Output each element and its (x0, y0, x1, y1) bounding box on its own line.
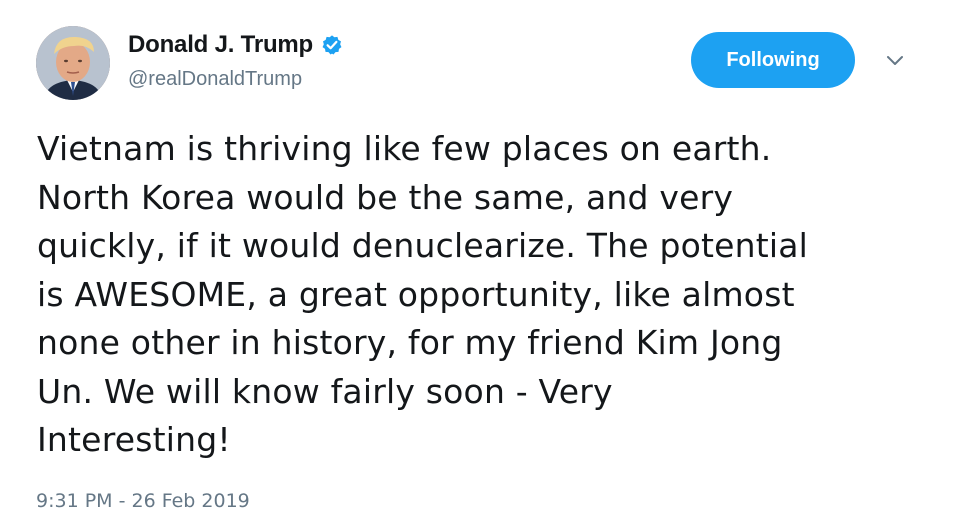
chevron-down-icon[interactable] (884, 52, 906, 70)
tweet-text: Vietnam is thriving like few places on e… (37, 125, 937, 465)
profile-avatar[interactable] (36, 26, 110, 100)
tweet-text-line: is AWESOME, a great opportunity, like al… (37, 274, 795, 314)
tweet-text-line: quickly, if it would denuclearize. The p… (37, 226, 809, 265)
tweet-text-line: Interesting! (37, 420, 231, 459)
display-name[interactable]: Donald J. Trump (128, 31, 313, 59)
tweet-text-line: none other in history, for my friend Kim… (37, 323, 783, 362)
following-button[interactable]: Following (691, 32, 855, 88)
user-name-row: Donald J. Trump (128, 30, 343, 60)
tweet-timestamp[interactable]: 9:31 PM - 26 Feb 2019 (36, 490, 250, 512)
avatar-image (36, 26, 110, 100)
user-handle[interactable]: @realDonaldTrump (128, 68, 302, 91)
verified-badge-icon (321, 34, 343, 56)
tweet-text-line: Vietnam is thriving like few places on e… (37, 129, 772, 168)
tweet-text-line: North Korea would be the same, and very (37, 177, 734, 217)
tweet-text-line: Un. We will know fairly soon - Very (37, 371, 613, 411)
tweet-card: Donald J. Trump @realDonaldTrump Followi… (0, 0, 958, 516)
